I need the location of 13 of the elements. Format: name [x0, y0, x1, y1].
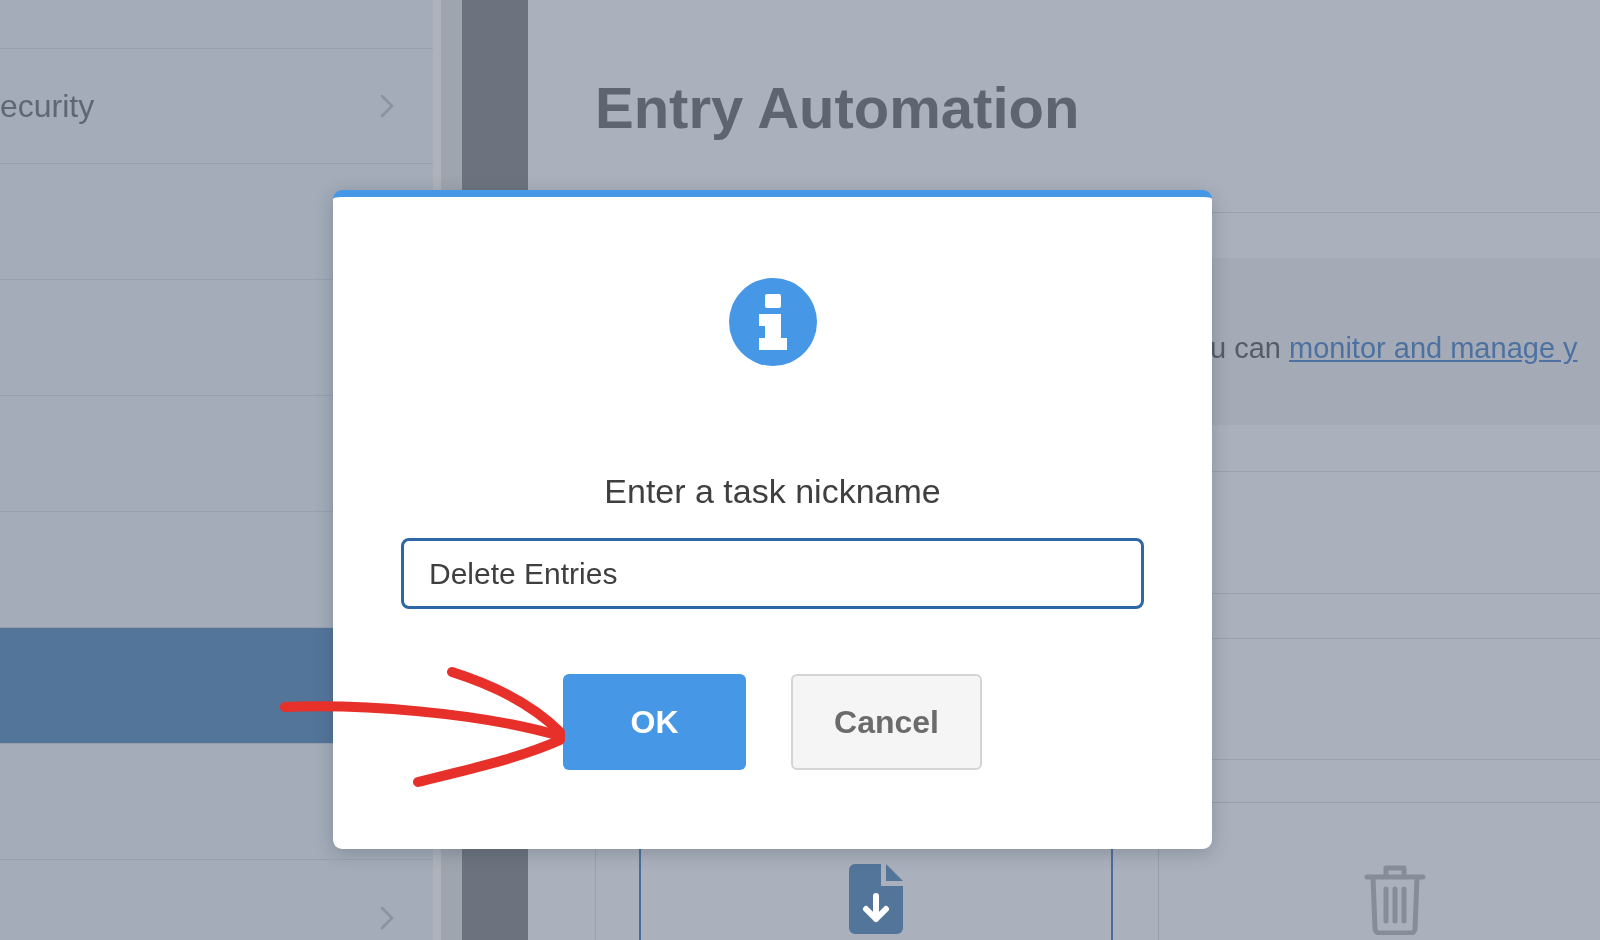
sidebar-item-label: ecurity — [0, 87, 95, 125]
info-icon — [728, 278, 817, 366]
cancel-button[interactable]: Cancel — [791, 674, 982, 770]
trash-icon — [1364, 863, 1426, 935]
chevron-right-icon — [380, 94, 394, 118]
dialog-title: Enter a task nickname — [604, 471, 941, 511]
ok-button[interactable]: OK — [563, 674, 746, 770]
page-title: Entry Automation — [595, 76, 1080, 140]
monitor-link[interactable]: monitor and manage y — [1289, 332, 1578, 365]
chevron-right-icon — [380, 905, 394, 930]
nickname-input[interactable]: Delete Entries — [401, 538, 1144, 609]
notice-text: u can monitor and manage y — [1210, 331, 1578, 366]
file-download-icon — [849, 864, 903, 934]
